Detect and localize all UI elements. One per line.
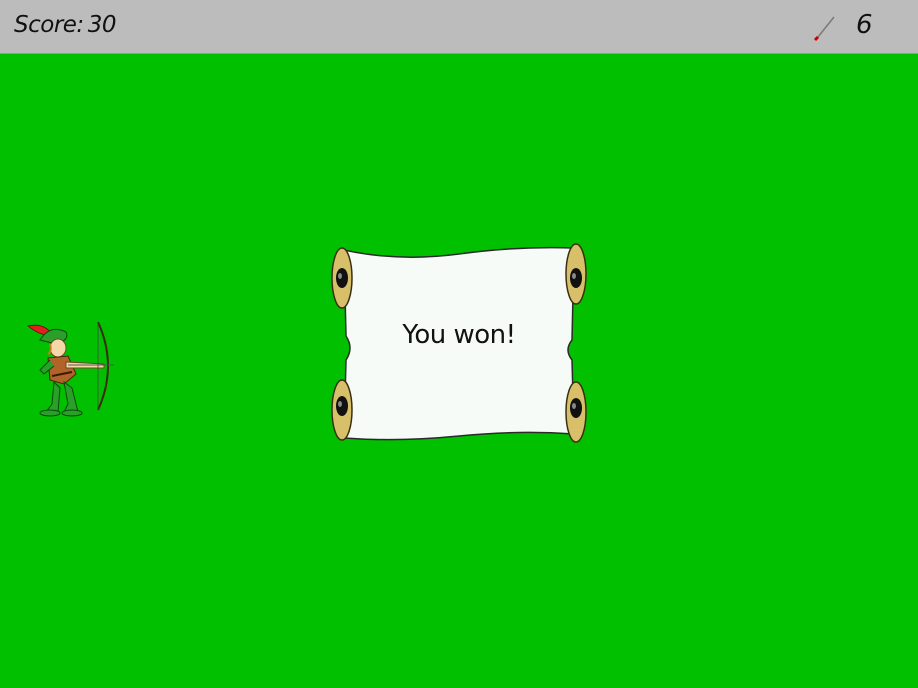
arrows-remaining: 6 xyxy=(856,10,873,40)
score-value: 30 xyxy=(87,12,117,38)
status-bar: Score: 30 6 xyxy=(0,0,918,54)
score-label: Score: xyxy=(14,12,84,38)
archer-character xyxy=(27,321,114,417)
score-display: Score: 30 xyxy=(14,12,116,38)
game-field: Score: 30 6 You won! xyxy=(0,0,918,688)
arrow-icon xyxy=(813,16,835,42)
win-message: You won! xyxy=(402,320,516,350)
